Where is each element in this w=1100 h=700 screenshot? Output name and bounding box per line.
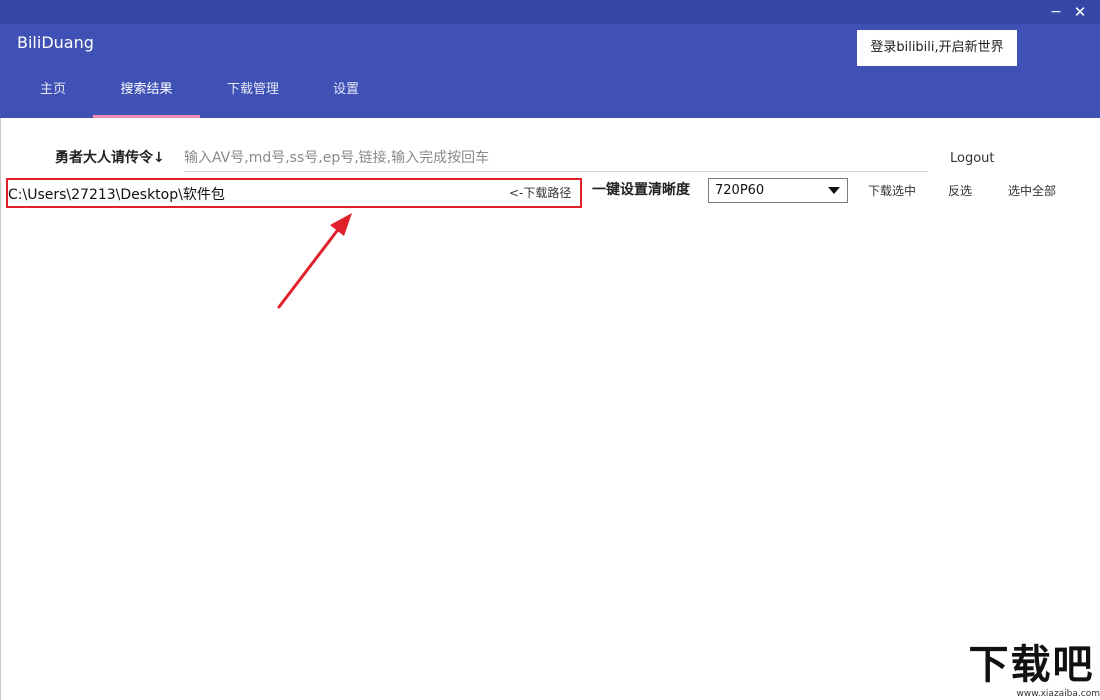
annotation-arrow (270, 205, 370, 315)
app-header: − ✕ BiliDuang 登录bilibili,开启新世界 主页 搜索结果 下… (0, 0, 1100, 118)
logout-button[interactable]: Logout (950, 149, 995, 169)
window-border (0, 118, 1, 700)
tab-settings[interactable]: 设置 (321, 70, 371, 118)
select-all-button[interactable]: 选中全部 (1008, 182, 1056, 200)
tab-home[interactable]: 主页 (28, 70, 78, 118)
login-button[interactable]: 登录bilibili,开启新世界 (857, 30, 1017, 66)
app-title: BiliDuang (17, 33, 94, 53)
watermark-text: 下载吧 (963, 642, 1100, 688)
chevron-down-icon[interactable] (828, 187, 840, 194)
watermark-url: www.xiazaiba.com (985, 688, 1100, 700)
quality-select[interactable]: 720P60 (708, 178, 848, 203)
download-path-field[interactable]: C:\Users\27213\Desktop\软件包 <-下载路径 (6, 178, 582, 208)
watermark-logo: 下载吧 www.xiazaiba.com (963, 642, 1100, 700)
download-path-button[interactable]: <-下载路径 (509, 183, 571, 203)
download-selected-button[interactable]: 下载选中 (868, 182, 916, 200)
quality-label: 一键设置清晰度 (592, 180, 690, 200)
tab-download-manager[interactable]: 下载管理 (213, 70, 293, 118)
close-icon[interactable]: ✕ (1070, 2, 1090, 22)
title-bar: − ✕ (0, 0, 1100, 24)
tab-search-results[interactable]: 搜索结果 (93, 70, 200, 118)
quality-selected-value: 720P60 (715, 181, 764, 200)
search-label: 勇者大人请传令↓ (55, 148, 165, 168)
search-input[interactable] (184, 145, 928, 172)
active-tab-indicator (93, 115, 200, 118)
download-path-value[interactable]: C:\Users\27213\Desktop\软件包 (8, 185, 503, 205)
minimize-icon[interactable]: − (1046, 2, 1066, 22)
invert-selection-button[interactable]: 反选 (948, 182, 972, 200)
